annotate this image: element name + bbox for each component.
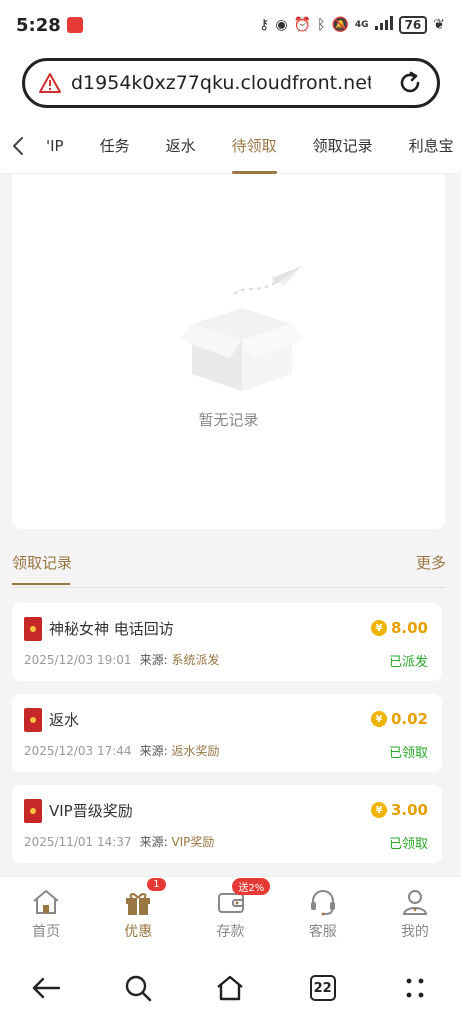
record-card[interactable]: 返水 ¥0.02 2025/12/03 17:44 来源: 返水奖励 已领取: [12, 694, 442, 772]
tab-claim-history[interactable]: 领取记录: [313, 118, 373, 174]
nav-deposit[interactable]: 存款 送2%: [184, 877, 276, 952]
red-envelope-icon: [24, 708, 42, 732]
status-bar: 5:28 ⚷ ◉ ⏰ ᛒ 🔕 4G 76 ❦: [0, 0, 461, 50]
url-bar[interactable]: d1954k0xz77qku.cloudfront.net/h: [22, 58, 440, 108]
coin-icon: ¥: [370, 711, 387, 727]
record-meta: 2025/12/03 17:44 来源: 返水奖励: [24, 742, 219, 759]
bluetooth-icon: ᛒ: [317, 17, 326, 33]
nav-deposit-label: 存款: [216, 924, 245, 940]
headset-icon: [310, 890, 335, 916]
user-icon: [402, 890, 428, 915]
notification-badge: 1: [147, 878, 166, 891]
warning-icon[interactable]: [39, 72, 61, 94]
record-datetime: 2025/12/03 19:01: [24, 653, 132, 667]
coin-icon: ¥: [370, 802, 387, 818]
menu-dots-icon[interactable]: [395, 968, 435, 1008]
record-meta: 2025/11/01 14:37 来源: VIP奖励: [24, 833, 214, 850]
system-navigation: 22: [0, 952, 461, 1024]
home-button-icon[interactable]: [210, 968, 250, 1008]
record-status: 已派发: [388, 655, 428, 670]
records-section-title: 领取记录: [12, 552, 72, 585]
record-datetime: 2025/11/01 14:37: [24, 835, 132, 849]
record-source-label: 来源:: [139, 835, 168, 849]
mute-icon: 🔕: [331, 17, 349, 33]
nav-support-label: 客服: [308, 924, 337, 940]
record-source-label: 来源:: [139, 653, 168, 667]
record-datetime: 2025/12/03 17:44: [24, 744, 132, 758]
record-meta: 2025/12/03 19:01 来源: 系统派发: [24, 651, 219, 668]
more-link[interactable]: 更多: [416, 552, 446, 573]
section-divider: [12, 587, 446, 588]
empty-state-text: 暂无记录: [198, 411, 259, 429]
record-status: 已领取: [388, 746, 428, 761]
record-amount: ¥0.02: [370, 710, 428, 728]
record-source: 系统派发: [171, 653, 220, 667]
tabs-button[interactable]: 22: [303, 968, 343, 1008]
record-card[interactable]: 神秘女神 电话回访 ¥8.00 2025/12/03 19:01 来源: 系统派发…: [12, 603, 442, 681]
records-section-header: 领取记录 更多: [12, 552, 446, 588]
red-envelope-icon: [24, 799, 42, 823]
status-time: 5:28: [16, 14, 61, 36]
nav-home[interactable]: 首页: [0, 877, 92, 952]
tab-tasks[interactable]: 任务: [100, 118, 130, 174]
nav-support[interactable]: 客服: [277, 877, 369, 952]
nav-promotions-label: 优惠: [124, 924, 153, 940]
nav-profile[interactable]: 我的: [369, 877, 461, 952]
nav-home-label: 首页: [32, 924, 61, 940]
record-status: 已领取: [388, 837, 428, 852]
browser-toolbar: d1954k0xz77qku.cloudfront.net/h: [0, 50, 461, 118]
record-amount-value: 3.00: [390, 801, 428, 819]
record-source: 返水奖励: [171, 744, 220, 758]
red-envelope-icon: [24, 617, 42, 641]
nav-profile-label: 我的: [400, 924, 429, 940]
gift-icon: [126, 893, 151, 915]
alarm-icon: ⏰: [293, 17, 312, 33]
battery-indicator: 76: [398, 16, 428, 34]
record-title: VIP晋级奖励: [49, 802, 133, 820]
network-type: 4G: [354, 20, 369, 30]
record-amount-value: 0.02: [390, 710, 428, 728]
record-source-label: 来源:: [139, 744, 168, 758]
nav-promotions[interactable]: 优惠 1: [92, 877, 184, 952]
record-amount-value: 8.00: [390, 619, 428, 637]
url-host: d1954k0xz77qku.cloudfront.net: [71, 72, 371, 94]
record-title: 神秘女神 电话回访: [49, 620, 174, 638]
signal-icon: [374, 16, 393, 34]
record-card[interactable]: VIP晋级奖励 ¥3.00 2025/11/01 14:37 来源: VIP奖励 …: [12, 785, 442, 863]
chevron-left-icon[interactable]: [0, 118, 36, 174]
eye-icon: ◉: [275, 17, 288, 33]
coin-icon: ¥: [370, 620, 387, 636]
tab-rebate[interactable]: 返水: [166, 118, 196, 174]
empty-state-panel: 暂无记录: [12, 174, 445, 529]
tabs-count: 22: [309, 975, 336, 1001]
back-arrow-icon[interactable]: [26, 968, 66, 1008]
search-icon[interactable]: [118, 968, 158, 1008]
status-icons: ⚷ ◉ ⏰ ᛒ 🔕 4G 76 ❦: [259, 16, 445, 34]
empty-box-icon: [180, 266, 304, 391]
category-tabs: 'IP 任务 返水 待领取 领取记录 利息宝: [0, 118, 461, 174]
promo-badge: 送2%: [232, 878, 271, 895]
record-amount: ¥3.00: [370, 801, 428, 819]
app-notification-icon: [66, 17, 83, 33]
home-icon: [33, 890, 59, 914]
bottom-navigation: 首页 优惠 1 存款 送2% 客服 我的: [0, 876, 461, 952]
record-title: 返水: [49, 711, 80, 729]
tab-pending[interactable]: 待领取: [231, 118, 277, 174]
url-text[interactable]: d1954k0xz77qku.cloudfront.net/h: [71, 72, 371, 94]
tab-vip[interactable]: 'IP: [46, 118, 64, 174]
reload-icon[interactable]: [397, 70, 423, 96]
tab-interest[interactable]: 利息宝: [409, 118, 454, 174]
record-source: VIP奖励: [171, 835, 215, 849]
key-icon: ⚷: [259, 17, 270, 33]
record-amount: ¥8.00: [370, 619, 428, 637]
leaf-icon: ❦: [433, 17, 445, 33]
